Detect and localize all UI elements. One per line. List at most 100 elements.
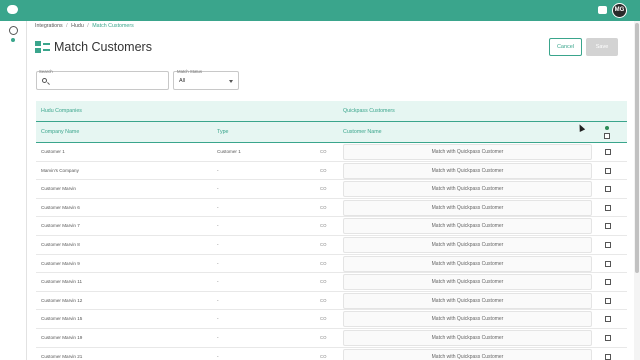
scrollbar-thumb[interactable] [635,23,639,273]
match-customer-select[interactable]: Match with Quickpass Customer [343,199,592,216]
match-customer-select[interactable]: Match with Quickpass Customer [343,329,592,346]
row-checkbox[interactable] [605,241,611,248]
table-row: Customer Marvin 21 - CO Match with Quickpas… [36,348,627,360]
code-cell: CO [320,353,327,359]
type-cell: - [217,204,219,210]
row-checkbox[interactable] [605,186,611,193]
save-button[interactable]: Save [586,38,618,56]
page-title: Match Customers [54,40,152,54]
type-cell: - [217,223,219,229]
company-name-cell: Customer Marvin 8 [41,241,80,247]
column-customer-name[interactable]: Customer Name [343,129,382,135]
row-checkbox[interactable] [605,149,611,155]
code-cell: CO [320,186,327,192]
table-row: Customer Marvin 12 - CO Match with Quickpas… [36,292,627,311]
column-type[interactable]: Type [217,129,228,135]
code-cell: CO [320,241,327,247]
cancel-button[interactable]: Cancel [549,38,582,56]
table-row: Customer Marvin - CO Match with Quickpass C… [36,180,627,199]
table-column-header: Company Name Type Customer Name [36,121,627,143]
search-icon [42,78,47,83]
match-customer-select[interactable]: Match with Quickpass Customer [343,255,592,272]
row-checkbox[interactable] [605,334,611,341]
table-group-header: Hudu Companies Quickpass Customers [36,101,627,121]
company-name-cell: Customer Marvin 15 [41,316,83,322]
code-cell: CO [320,279,327,285]
match-customer-select[interactable]: Match with Quickpass Customer [343,348,592,360]
type-cell: - [217,279,219,285]
code-cell: CO [320,297,327,303]
type-cell: - [217,260,219,266]
code-cell: CO [320,204,327,210]
sidebar [0,21,27,360]
search-label: Search [39,69,53,74]
breadcrumb-separator: / [87,23,89,29]
type-cell: - [217,353,219,359]
select-all-checkbox[interactable] [604,133,610,139]
match-customer-select[interactable]: Match with Quickpass Customer [343,292,592,309]
match-customer-select[interactable]: Match with Quickpass Customer [343,162,592,179]
company-name-cell: Marvin's Company [41,167,79,173]
match-status-label: Match Status [177,69,203,74]
group-quickpass-customers: Quickpass Customers [343,108,395,114]
company-name-cell: Customer Marvin [41,186,76,192]
company-name-cell: Customer Marvin 19 [41,334,83,340]
search-input[interactable] [51,75,166,87]
page-scrollbar[interactable] [634,21,640,360]
row-checkbox[interactable] [605,316,611,323]
row-checkbox[interactable] [605,260,611,267]
table-row: Customer Marvin 15 - CO Match with Quickpas… [36,310,627,329]
match-customer-select[interactable]: Match with Quickpass Customer [343,181,592,198]
type-cell: - [217,297,219,303]
chat-icon[interactable] [598,6,607,14]
type-cell: - [217,316,219,322]
chevron-down-icon [229,80,233,83]
row-checkbox[interactable] [605,167,611,174]
breadcrumb-separator: / [66,23,68,29]
top-bar: MG [0,0,640,21]
breadcrumb-current: Match Customers [92,23,134,29]
match-customer-select[interactable]: Match with Quickpass Customer [343,274,592,291]
breadcrumb-integrations[interactable]: Integrations [35,23,63,29]
table-row: Customer Marvin 8 - CO Match with Quickpass… [36,236,627,255]
match-customer-select[interactable]: Match with Quickpass Customer [343,218,592,235]
company-name-cell: Customer 1 [41,149,65,154]
breadcrumb: Integrations / Hudu / Match Customers [35,23,134,29]
code-cell: CO [320,334,327,340]
code-cell: CO [320,260,327,266]
column-company-name[interactable]: Company Name [41,129,79,135]
company-name-cell: Customer Marvin 21 [41,353,83,359]
company-name-cell: Customer Marvin 7 [41,223,80,229]
code-cell: CO [320,223,327,229]
row-checkbox[interactable] [605,279,611,286]
status-dot-icon [11,38,15,42]
table-row: Marvin's Company - CO Match with Quickpass … [36,162,627,181]
table-row: Customer Marvin 7 - CO Match with Quickpass… [36,217,627,236]
row-checkbox[interactable] [605,297,611,304]
row-checkbox[interactable] [605,353,611,360]
code-cell: CO [320,316,327,322]
match-status-value: All [179,78,186,84]
company-name-cell: Customer Marvin 12 [41,297,83,303]
match-customer-select[interactable]: Match with Quickpass Customer [343,144,592,160]
table-row: Customer Marvin 9 - CO Match with Quickpass… [36,255,627,274]
breadcrumb-hudu[interactable]: Hudu [71,23,84,29]
type-cell: - [217,167,219,173]
status-dot-icon [605,126,609,130]
user-avatar[interactable]: MG [612,3,627,18]
code-cell: CO [320,167,327,173]
integrations-icon[interactable] [9,26,18,35]
match-arrows-icon [35,41,50,53]
row-checkbox[interactable] [605,204,611,211]
company-name-cell: Customer Marvin 9 [41,260,80,266]
search-field[interactable] [36,71,169,90]
match-customer-select[interactable]: Match with Quickpass Customer [343,236,592,253]
group-hudu-companies: Hudu Companies [41,108,82,114]
match-customer-select[interactable]: Match with Quickpass Customer [343,311,592,328]
chat-bubble-logo-icon[interactable] [7,5,18,14]
code-cell: CO [320,149,327,154]
table-row: Customer Marvin 19 - CO Match with Quickpas… [36,329,627,348]
type-cell: - [217,334,219,340]
row-checkbox[interactable] [605,223,611,230]
table-body: Customer 1 Customer 1 CO Match with Quickpa… [36,143,627,360]
